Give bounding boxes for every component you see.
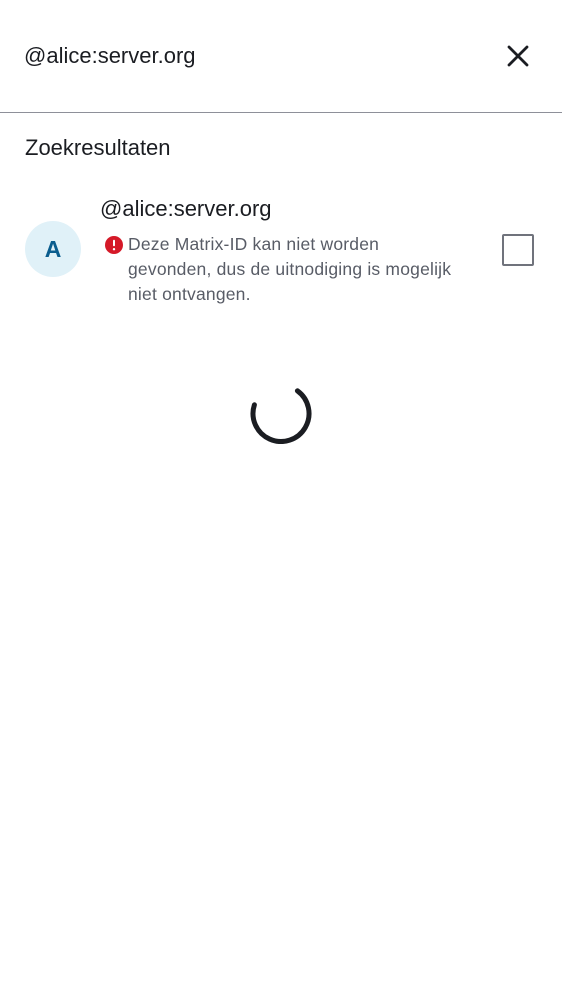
result-row[interactable]: A @alice:server.org Deze Matrix-ID kan n… xyxy=(0,188,562,313)
error-icon xyxy=(105,236,123,254)
error-message: Deze Matrix-ID kan niet worden gevonden,… xyxy=(128,234,452,304)
select-checkbox[interactable] xyxy=(502,234,534,266)
avatar: A xyxy=(25,221,81,277)
search-results-title: Zoekresultaten xyxy=(25,135,171,160)
close-icon xyxy=(507,45,529,67)
search-bar xyxy=(0,0,562,113)
loading-spinner-icon xyxy=(250,388,312,444)
close-button[interactable] xyxy=(496,34,540,78)
search-input[interactable] xyxy=(24,38,464,74)
user-id: @alice:server.org xyxy=(100,196,272,221)
